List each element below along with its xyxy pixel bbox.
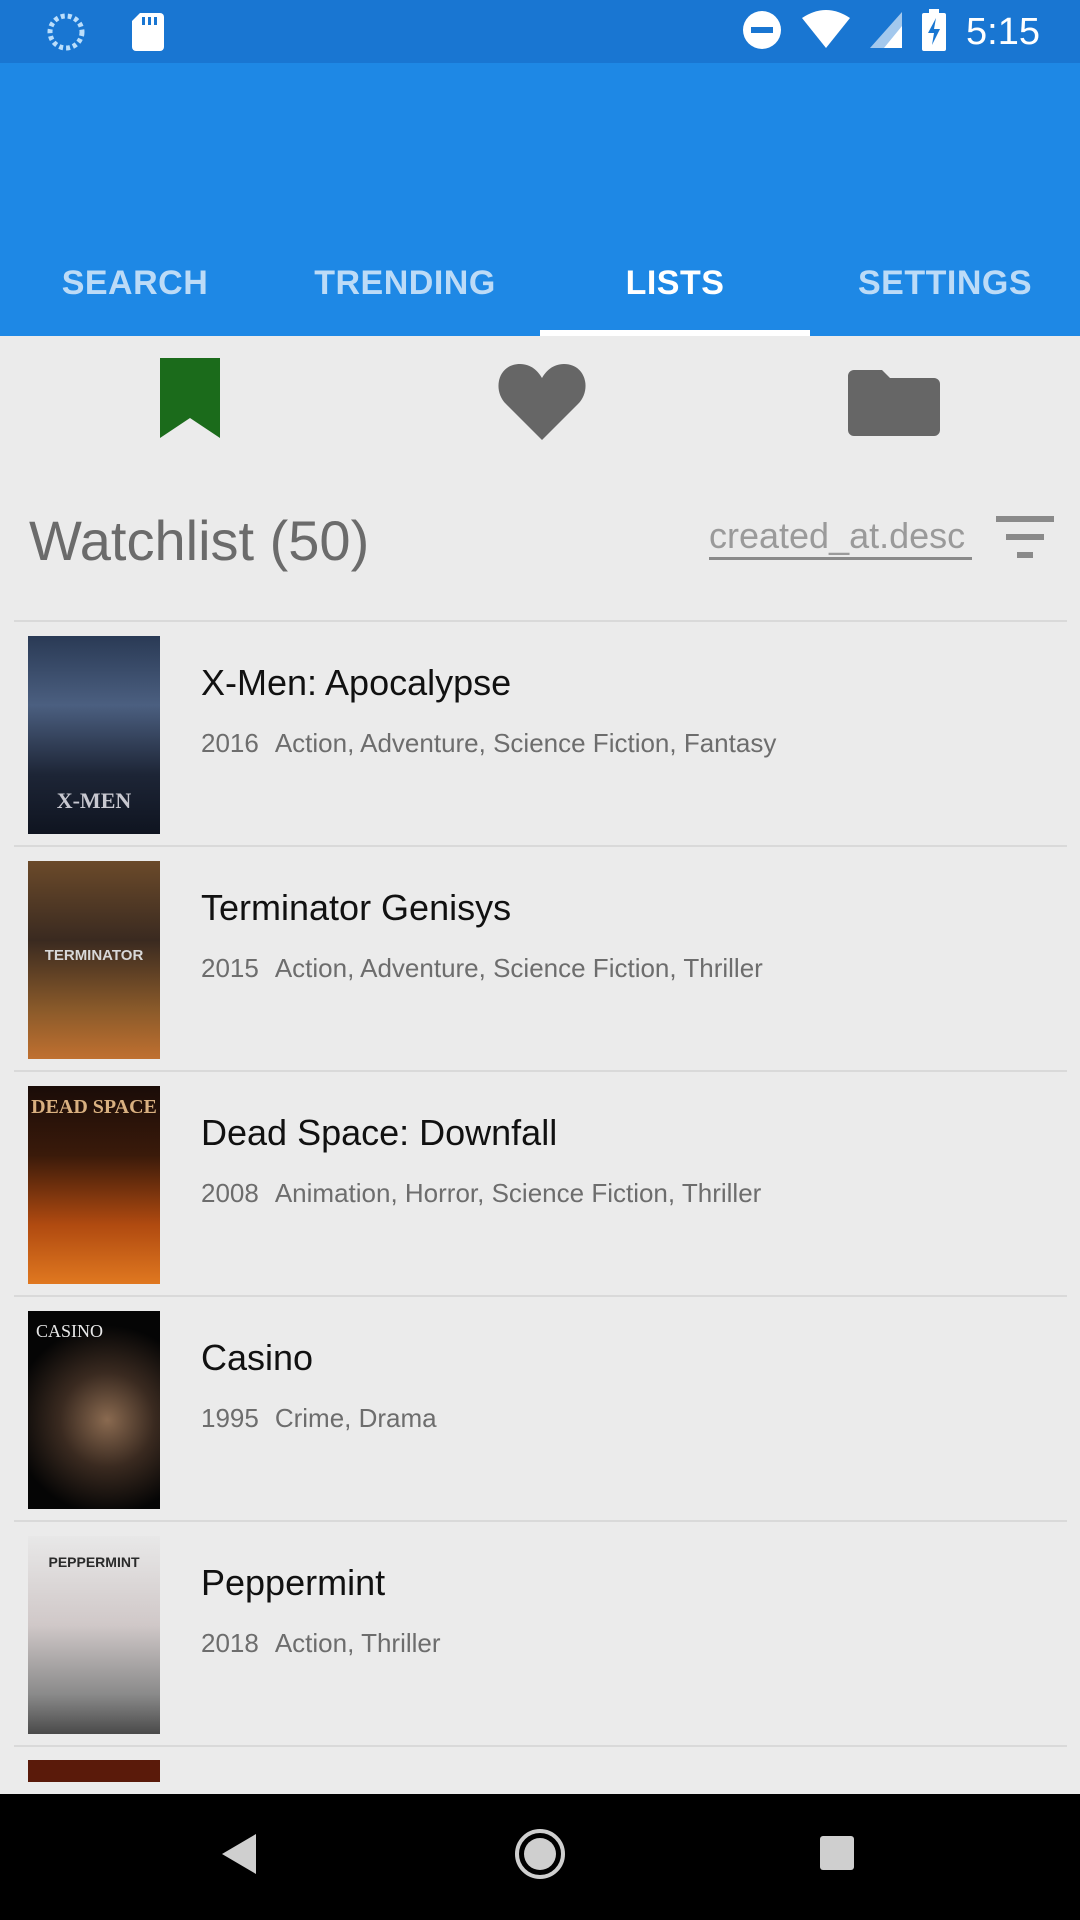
movie-meta: 2008 Animation, Horror, Science Fiction, … — [201, 1178, 761, 1209]
poster-image: X-MEN — [28, 636, 160, 834]
movie-genres: Action, Adventure, Science Fiction, Fant… — [274, 728, 777, 758]
movie-title: Dead Space: Downfall — [201, 1112, 558, 1153]
battery-charging-icon — [922, 8, 947, 56]
movie-meta: 2015 Action, Adventure, Science Fiction, … — [201, 953, 763, 984]
movie-year: 2015 — [201, 953, 259, 983]
cell-signal-icon — [870, 11, 903, 53]
do-not-disturb-icon — [742, 10, 782, 55]
tab-trending[interactable]: TRENDING — [270, 230, 540, 336]
sync-icon — [46, 12, 86, 57]
movie-meta: 2018 Action, Thriller — [201, 1628, 441, 1659]
movie-title: Casino — [201, 1337, 314, 1378]
home-icon[interactable] — [514, 1828, 566, 1885]
movie-genres: Crime, Drama — [274, 1403, 437, 1433]
list-type-tabs — [0, 336, 1080, 476]
list-header: Watchlist (50) — [0, 490, 1080, 590]
sd-card-icon — [132, 13, 164, 56]
movie-year: 2018 — [201, 1628, 259, 1658]
back-icon[interactable] — [222, 1834, 256, 1879]
status-bar: 5:15 — [0, 0, 1080, 63]
movie-genres: Action, Adventure, Science Fiction, Thri… — [274, 953, 763, 983]
list-divider — [14, 1745, 1067, 1757]
movie-genres: Animation, Horror, Science Fiction, Thri… — [274, 1178, 762, 1208]
movie-meta: 1995 Crime, Drama — [201, 1403, 437, 1434]
main-tabs: SEARCH TRENDING LISTS SETTINGS — [0, 230, 1080, 336]
poster-image: CASINO — [28, 1311, 160, 1509]
movie-genres: Action, Thriller — [274, 1628, 441, 1658]
clock: 5:15 — [966, 11, 1040, 53]
movie-title: X-Men: Apocalypse — [201, 662, 512, 703]
movie-meta: 2016 Action, Adventure, Science Fiction, … — [201, 728, 776, 759]
poster-image: DEAD SPACE — [28, 1086, 160, 1284]
list-title: Watchlist (50) — [29, 509, 370, 572]
tab-lists[interactable]: LISTS — [540, 230, 810, 336]
movie-year: 2008 — [201, 1178, 259, 1208]
tab-settings[interactable]: SETTINGS — [810, 230, 1080, 336]
list-item[interactable]: TERMINATOR Terminator Genisys 2015 Action… — [14, 845, 1067, 1070]
recents-icon[interactable] — [820, 1836, 854, 1875]
movie-title: Terminator Genisys — [201, 887, 512, 928]
movie-list: X-MEN X-Men: Apocalypse 2016 Action, Adve… — [14, 620, 1067, 1757]
list-item[interactable]: DEAD SPACE Dead Space: Downfall 2008 Anim… — [14, 1070, 1067, 1295]
movie-year: 1995 — [201, 1403, 259, 1433]
folder-icon[interactable] — [848, 370, 940, 441]
system-nav-bar — [0, 1794, 1080, 1920]
poster-image-partial — [28, 1760, 160, 1782]
heart-icon[interactable] — [498, 362, 586, 445]
movie-year: 2016 — [201, 728, 259, 758]
bookmark-icon[interactable] — [160, 358, 220, 443]
list-item[interactable]: X-MEN X-Men: Apocalypse 2016 Action, Adve… — [14, 620, 1067, 845]
poster-image: TERMINATOR — [28, 861, 160, 1059]
poster-image: PEPPERMINT — [28, 1536, 160, 1734]
movie-title: Peppermint — [201, 1562, 386, 1603]
sort-order-field[interactable] — [709, 514, 972, 560]
tab-search[interactable]: SEARCH — [0, 230, 270, 336]
list-item[interactable]: CASINO Casino 1995 Crime, Drama — [14, 1295, 1067, 1520]
list-item[interactable]: PEPPERMINT Peppermint 2018 Action, Thrill… — [14, 1520, 1067, 1745]
filter-icon[interactable] — [996, 516, 1054, 563]
wifi-icon — [802, 9, 851, 55]
